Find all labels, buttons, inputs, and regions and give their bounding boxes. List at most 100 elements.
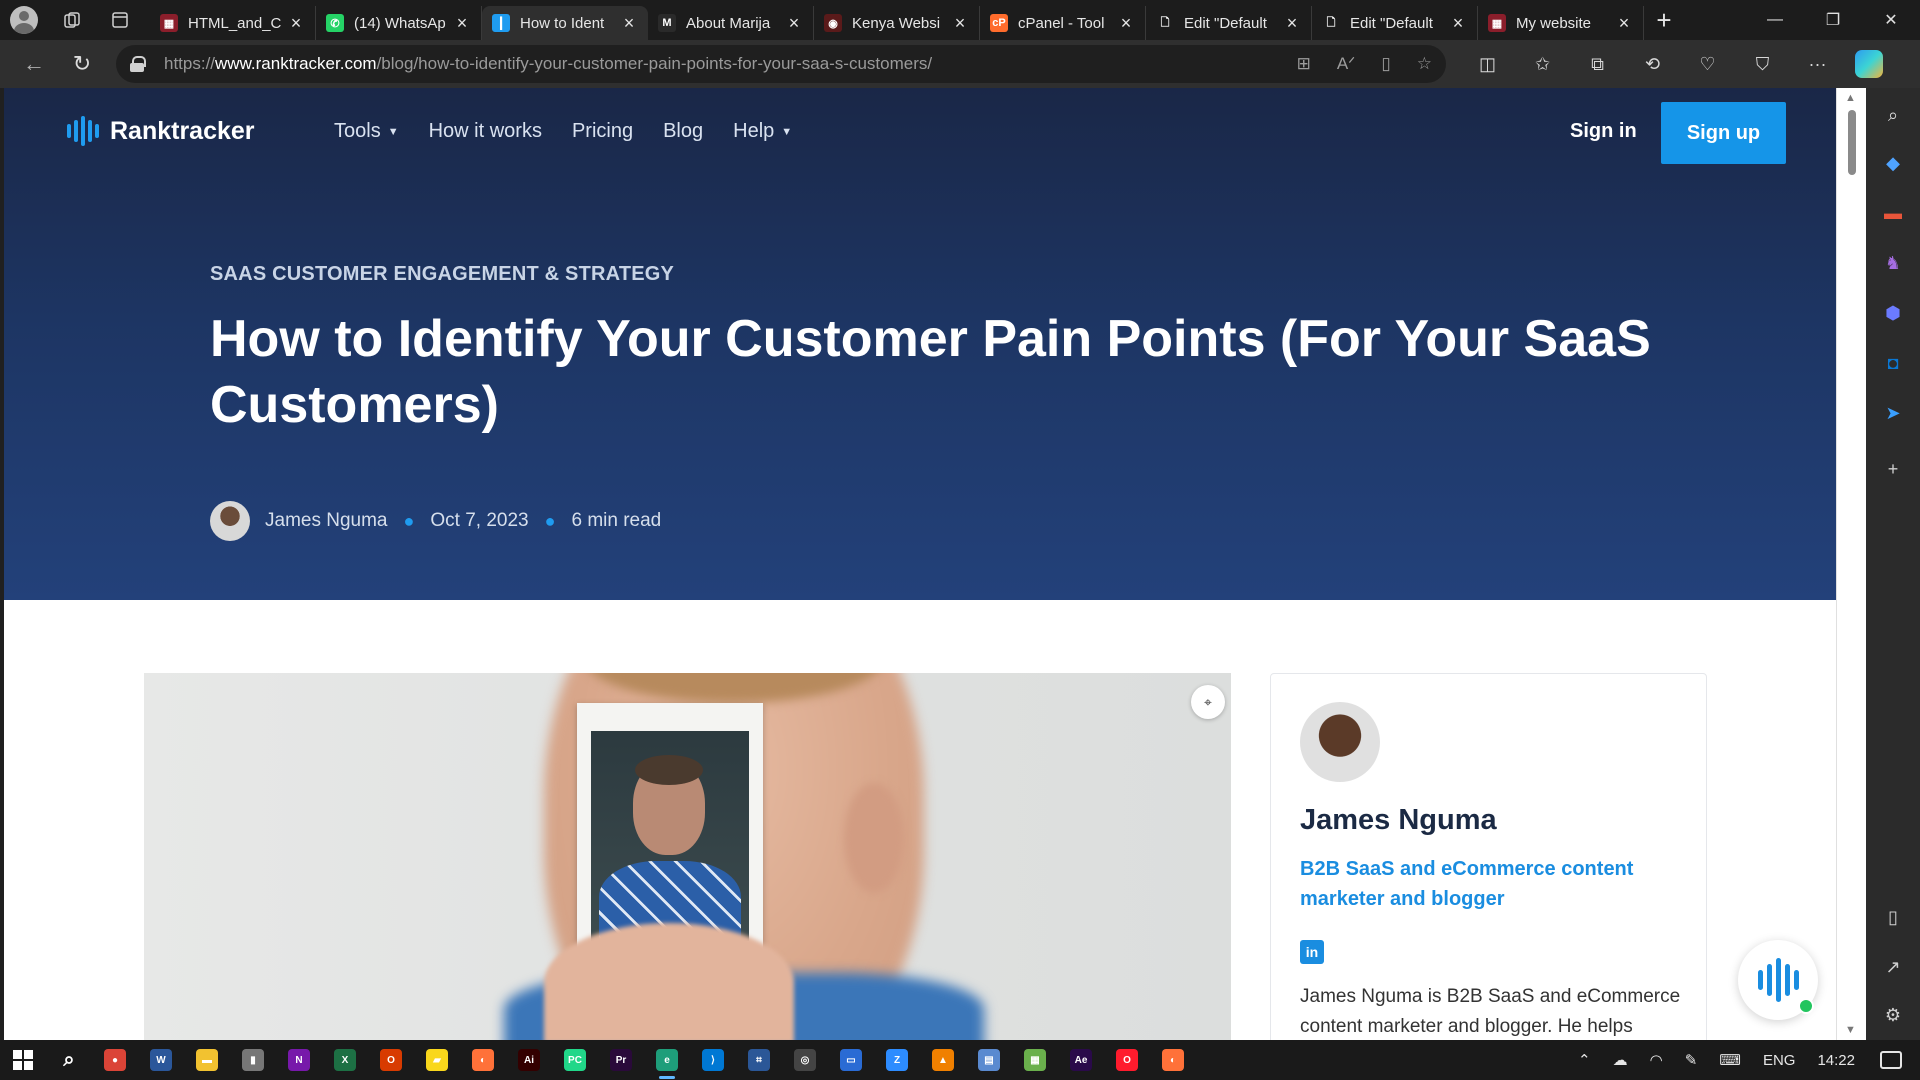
sidebar-open-external-icon[interactable]: ↗ xyxy=(1880,954,1906,980)
taskbar-app-word[interactable]: W xyxy=(138,1040,184,1080)
sidebar-search-icon[interactable]: ⌕ xyxy=(1880,102,1906,128)
nav-item-tools[interactable]: Tools ▼ xyxy=(334,120,399,143)
page-scrollbar[interactable]: ▲ ▼ xyxy=(1836,88,1866,1040)
scroll-up-icon[interactable]: ▲ xyxy=(1845,92,1856,104)
tab-close-icon[interactable]: × xyxy=(951,14,969,32)
browser-tab[interactable]: ◉ Kenya Websi × xyxy=(814,6,980,40)
favorite-star-icon[interactable]: ☆ xyxy=(1417,54,1432,74)
sidebar-add-icon[interactable]: + xyxy=(1880,456,1906,482)
copilot-icon[interactable] xyxy=(1855,50,1883,78)
author-avatar[interactable] xyxy=(210,501,250,541)
taskbar-app-search[interactable]: ⌕ xyxy=(46,1040,92,1080)
sidebar-settings-gear-icon[interactable]: ⚙ xyxy=(1880,1002,1906,1028)
taskbar-app-firefox[interactable]: ◐ xyxy=(460,1040,506,1080)
browser-tab[interactable]: ┃ How to Ident × xyxy=(482,6,648,40)
pen-icon[interactable]: ✎ xyxy=(1685,1051,1698,1069)
split-screen-button[interactable]: ◫ xyxy=(1460,44,1515,84)
site-logo[interactable]: Ranktracker xyxy=(67,116,255,146)
restore-button[interactable]: ❐ xyxy=(1804,0,1862,40)
taskbar-app-premiere[interactable]: Pr xyxy=(598,1040,644,1080)
taskbar-app-obs[interactable]: ◎ xyxy=(782,1040,828,1080)
language-indicator[interactable]: ENG xyxy=(1763,1052,1796,1069)
tab-close-icon[interactable]: × xyxy=(1615,14,1633,32)
nav-item-help[interactable]: Help ▼ xyxy=(733,120,792,143)
taskbar-app-windows-app[interactable]: ▦ xyxy=(1012,1040,1058,1080)
taskbar-app-onenote[interactable]: N xyxy=(276,1040,322,1080)
history-button[interactable]: ⟲ xyxy=(1625,44,1680,84)
taskbar-app-illustrator[interactable]: Ai xyxy=(506,1040,552,1080)
article-category[interactable]: SAAS CUSTOMER ENGAGEMENT & STRATEGY xyxy=(210,263,674,286)
address-bar[interactable]: https://www.ranktracker.com/blog/how-to-… xyxy=(116,45,1446,83)
sidebar-outlook-icon[interactable]: ◘ xyxy=(1880,350,1906,376)
notifications-icon[interactable] xyxy=(1880,1051,1902,1069)
taskbar-app-pycharm[interactable]: PC xyxy=(552,1040,598,1080)
visual-search-button[interactable]: ⌖ xyxy=(1191,685,1225,719)
browser-tab[interactable]: M About Marija × xyxy=(648,6,814,40)
sidebar-drop-icon[interactable]: ➤ xyxy=(1880,400,1906,426)
nav-item-pricing[interactable]: Pricing xyxy=(572,120,633,143)
taskbar-app-office[interactable]: O xyxy=(368,1040,414,1080)
sidebar-hide-icon[interactable]: ▯ xyxy=(1880,904,1906,930)
sign-up-button[interactable]: Sign up xyxy=(1661,102,1786,164)
start-button[interactable] xyxy=(0,1040,46,1080)
chat-widget-button[interactable] xyxy=(1738,940,1818,1020)
taskbar-app-remote[interactable]: ▤ xyxy=(966,1040,1012,1080)
performance-button[interactable]: ♡ xyxy=(1680,44,1735,84)
nav-item-how-it-works[interactable]: How it works xyxy=(429,120,542,143)
browser-tab[interactable]: ▦ HTML_and_C × xyxy=(150,6,316,40)
keyboard-icon[interactable]: ⌨ xyxy=(1719,1051,1741,1069)
nav-item-blog[interactable]: Blog xyxy=(663,120,703,143)
taskbar-app-zoom[interactable]: Z xyxy=(874,1040,920,1080)
sidebar-games-icon[interactable]: ♞ xyxy=(1880,250,1906,276)
browser-essentials-button[interactable]: ⛉ xyxy=(1735,44,1790,84)
tab-close-icon[interactable]: × xyxy=(1283,14,1301,32)
profile-button[interactable] xyxy=(0,0,48,40)
taskbar-app-after-effects[interactable]: Ae xyxy=(1058,1040,1104,1080)
tab-close-icon[interactable]: × xyxy=(620,14,638,32)
taskbar-app-chrome[interactable]: ● xyxy=(92,1040,138,1080)
new-tab-button[interactable]: + xyxy=(1644,3,1684,37)
lock-icon[interactable] xyxy=(130,56,146,72)
browser-tab[interactable]: cP cPanel - Tool × xyxy=(980,6,1146,40)
workspaces-button[interactable] xyxy=(48,0,96,40)
taskbar-app-vscode[interactable]: ⟩ xyxy=(690,1040,736,1080)
taskbar-app-window-app[interactable]: ▭ xyxy=(828,1040,874,1080)
read-aloud-icon[interactable]: Aᐟ xyxy=(1337,54,1356,74)
tab-close-icon[interactable]: × xyxy=(287,14,305,32)
onedrive-cloud-icon[interactable]: ☁ xyxy=(1613,1051,1628,1069)
tray-chevron-icon[interactable]: ⌃ xyxy=(1578,1051,1591,1069)
scroll-thumb[interactable] xyxy=(1848,110,1856,175)
taskbar-app-usb[interactable]: ▮ xyxy=(230,1040,276,1080)
sidebar-m365-icon[interactable]: ⬢ xyxy=(1880,300,1906,326)
taskbar-app-firefox-2[interactable]: ◐ xyxy=(1150,1040,1196,1080)
sidebar-shopping-icon[interactable]: ◆ xyxy=(1880,150,1906,176)
tab-close-icon[interactable]: × xyxy=(453,14,471,32)
clock-time[interactable]: 14:22 xyxy=(1817,1052,1855,1069)
taskbar-app-vlc[interactable]: ▲ xyxy=(920,1040,966,1080)
scroll-down-icon[interactable]: ▼ xyxy=(1845,1024,1856,1036)
taskbar-app-excel[interactable]: X xyxy=(322,1040,368,1080)
immersive-reader-icon[interactable]: ▯ xyxy=(1381,54,1390,74)
minimize-button[interactable]: — xyxy=(1746,0,1804,40)
browser-tab[interactable]: 🗋 Edit "Default × xyxy=(1312,6,1478,40)
tab-close-icon[interactable]: × xyxy=(1117,14,1135,32)
browser-tab[interactable]: 🗋 Edit "Default × xyxy=(1146,6,1312,40)
sidebar-tools-icon[interactable]: ▬ xyxy=(1880,200,1906,226)
back-button[interactable]: ← xyxy=(12,44,56,84)
url-text[interactable]: https://www.ranktracker.com/blog/how-to-… xyxy=(164,54,932,74)
taskbar-app-edge[interactable]: e xyxy=(644,1040,690,1080)
taskbar-app-opera[interactable]: O xyxy=(1104,1040,1150,1080)
vertical-tabs-button[interactable] xyxy=(96,0,144,40)
favorites-button[interactable]: ✩ xyxy=(1515,44,1570,84)
close-window-button[interactable]: ✕ xyxy=(1862,0,1920,40)
app-available-icon[interactable]: ⊞ xyxy=(1297,54,1311,74)
taskbar-app-network[interactable]: ⌗ xyxy=(736,1040,782,1080)
refresh-button[interactable]: ↻ xyxy=(60,44,104,84)
tab-close-icon[interactable]: × xyxy=(1449,14,1467,32)
linkedin-icon[interactable]: in xyxy=(1300,940,1324,964)
tab-close-icon[interactable]: × xyxy=(785,14,803,32)
taskbar-app-sticky-notes[interactable]: ▰ xyxy=(414,1040,460,1080)
browser-tab[interactable]: ✆ (14) WhatsAp × xyxy=(316,6,482,40)
settings-more-button[interactable]: ··· xyxy=(1790,44,1845,84)
taskbar-app-file-explorer[interactable]: ▬ xyxy=(184,1040,230,1080)
